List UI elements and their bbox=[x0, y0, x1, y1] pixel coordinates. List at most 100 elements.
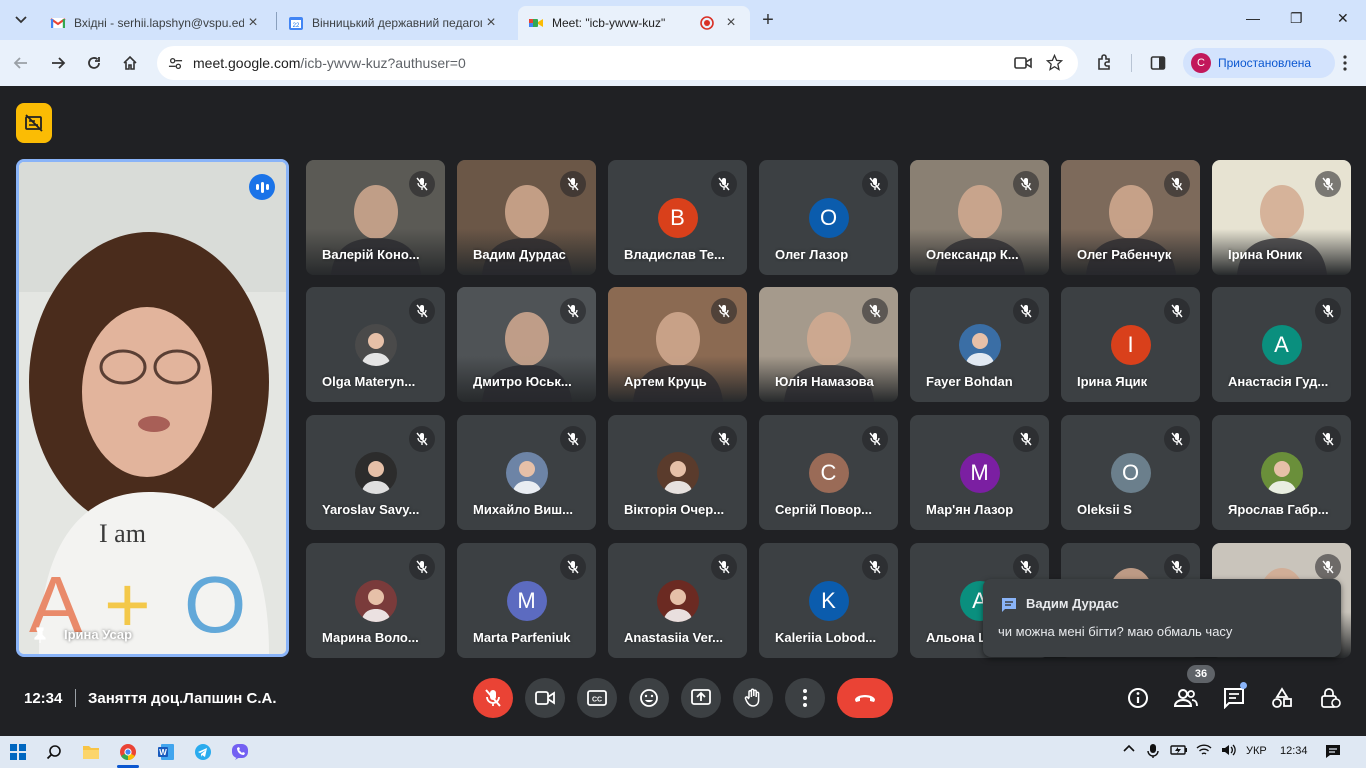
volume-tray-icon[interactable] bbox=[1221, 743, 1237, 760]
toggle-microphone-button[interactable] bbox=[473, 678, 513, 718]
file-explorer-button[interactable] bbox=[81, 742, 101, 762]
pinned-participant-tile[interactable]: I am A + O Ірина Усар bbox=[16, 159, 289, 657]
mic-off-icon bbox=[1322, 560, 1334, 574]
tab-search-button[interactable] bbox=[9, 8, 33, 32]
participant-tile[interactable]: Валерій Коно... bbox=[306, 160, 445, 275]
search-button[interactable] bbox=[44, 742, 64, 762]
chevron-down-icon bbox=[15, 16, 27, 24]
forward-button[interactable] bbox=[47, 52, 69, 74]
back-button[interactable] bbox=[10, 52, 32, 74]
present-screen-button[interactable] bbox=[681, 678, 721, 718]
meeting-details-button[interactable] bbox=[1118, 678, 1158, 718]
participant-tile[interactable]: Олександр К... bbox=[910, 160, 1049, 275]
participant-tile[interactable]: В Владислав Те... bbox=[608, 160, 747, 275]
battery-charging-icon bbox=[1170, 745, 1187, 755]
site-settings-icon[interactable] bbox=[168, 56, 183, 71]
restore-button[interactable]: ❐ bbox=[1290, 10, 1303, 27]
participant-tile[interactable]: Ярослав Габр... bbox=[1212, 415, 1351, 530]
participant-tile[interactable]: Olga Materyn... bbox=[306, 287, 445, 402]
participant-tile[interactable]: С Сергій Повор... bbox=[759, 415, 898, 530]
clock[interactable]: 12:34 bbox=[1280, 745, 1308, 757]
participant-tile[interactable]: Дмитро Юськ... bbox=[457, 287, 596, 402]
wifi-icon bbox=[1196, 744, 1212, 755]
browser-toolbar: meet.google.com/icb-ywvw-kuz?authuser=0 … bbox=[0, 40, 1366, 86]
captions-button[interactable]: CC bbox=[577, 678, 617, 718]
mic-off-icon bbox=[1171, 432, 1183, 446]
activities-button[interactable] bbox=[1262, 678, 1302, 718]
participant-tile[interactable]: Ірина Юник bbox=[1212, 160, 1351, 275]
participant-tile[interactable]: Марина Воло... bbox=[306, 543, 445, 658]
reload-button[interactable] bbox=[83, 52, 105, 74]
chat-button[interactable] bbox=[1214, 678, 1254, 718]
show-hidden-icons-button[interactable] bbox=[1123, 743, 1135, 756]
avatar-silhouette bbox=[1266, 461, 1297, 494]
minimize-button[interactable]: — bbox=[1246, 10, 1260, 26]
participant-muted-indicator bbox=[1315, 426, 1341, 452]
avatar-silhouette bbox=[662, 461, 693, 494]
tab-meet[interactable]: Meet: "icb-ywvw-kuz" × bbox=[518, 6, 750, 40]
address-bar[interactable]: meet.google.com/icb-ywvw-kuz?authuser=0 bbox=[157, 46, 1078, 80]
participant-tile[interactable]: O Oleksii S bbox=[1061, 415, 1200, 530]
participant-tile[interactable]: І Ірина Яцик bbox=[1061, 287, 1200, 402]
people-icon bbox=[1174, 689, 1198, 707]
participant-tile[interactable]: А Анастасія Гуд... bbox=[1212, 287, 1351, 402]
participant-name: Olga Materyn... bbox=[322, 374, 416, 389]
more-options-button[interactable] bbox=[785, 678, 825, 718]
camera-icon[interactable] bbox=[1014, 56, 1032, 70]
tab-vspu[interactable]: 22 Вінницький державний педагогічний × bbox=[278, 6, 510, 40]
participant-tile[interactable]: M Marta Parfeniuk bbox=[457, 543, 596, 658]
participant-initial-avatar: А bbox=[1261, 325, 1302, 365]
wifi-tray-icon[interactable] bbox=[1196, 743, 1212, 760]
input-language[interactable]: УКР bbox=[1246, 745, 1267, 757]
close-window-button[interactable]: ✕ bbox=[1337, 10, 1349, 27]
participant-tile[interactable]: Михайло Виш... bbox=[457, 415, 596, 530]
word-button[interactable]: W bbox=[156, 742, 176, 762]
extensions-button[interactable] bbox=[1094, 52, 1116, 74]
profile-button[interactable]: C Приостановлена bbox=[1183, 48, 1335, 78]
notifications-button[interactable] bbox=[1325, 743, 1341, 762]
telegram-button[interactable] bbox=[193, 742, 213, 762]
recording-badge[interactable] bbox=[16, 103, 52, 143]
participant-tile[interactable]: Yaroslav Savy... bbox=[306, 415, 445, 530]
participant-tile[interactable]: Олег Рабенчук bbox=[1061, 160, 1200, 275]
participant-muted-indicator bbox=[862, 426, 888, 452]
close-tab-icon[interactable]: × bbox=[482, 14, 500, 32]
chat-notification[interactable]: Вадим Дурдас чи можна мені бігти? маю об… bbox=[983, 579, 1341, 657]
raise-hand-button[interactable] bbox=[733, 678, 773, 718]
start-button[interactable] bbox=[8, 742, 28, 762]
participant-tile[interactable]: М Мар'ян Лазор bbox=[910, 415, 1049, 530]
home-button[interactable] bbox=[119, 52, 141, 74]
bookmark-star-icon[interactable] bbox=[1046, 54, 1063, 71]
participant-tile[interactable]: О Олег Лазор bbox=[759, 160, 898, 275]
close-tab-icon[interactable]: × bbox=[722, 14, 740, 32]
microphone-tray-icon[interactable] bbox=[1147, 743, 1159, 762]
participant-tile[interactable]: Вікторія Очер... bbox=[608, 415, 747, 530]
participant-tile[interactable]: Anastasiia Ver... bbox=[608, 543, 747, 658]
mic-off-icon bbox=[869, 560, 881, 574]
present-screen-icon bbox=[691, 689, 711, 705]
arrow-left-icon bbox=[13, 57, 27, 69]
tab-gmail[interactable]: Вхідні - serhii.lapshyn@vspu.edu.ua × bbox=[40, 6, 272, 40]
close-tab-icon[interactable]: × bbox=[244, 14, 262, 32]
host-controls-button[interactable] bbox=[1310, 678, 1350, 718]
participant-tile[interactable]: K Kaleriia Lobod... bbox=[759, 543, 898, 658]
new-tab-button[interactable]: + bbox=[758, 10, 778, 30]
participant-initial-avatar: М bbox=[959, 453, 1000, 493]
reactions-button[interactable] bbox=[629, 678, 669, 718]
url-host: meet.google.com bbox=[193, 55, 301, 71]
participant-tile[interactable]: Артем Круць bbox=[608, 287, 747, 402]
participant-tile[interactable]: Fayer Bohdan bbox=[910, 287, 1049, 402]
battery-tray-icon[interactable] bbox=[1170, 744, 1188, 759]
more-vert-icon bbox=[803, 689, 807, 707]
browser-menu-button[interactable] bbox=[1334, 52, 1356, 74]
toggle-camera-button[interactable] bbox=[525, 678, 565, 718]
leave-call-button[interactable] bbox=[837, 678, 893, 718]
pin-icon[interactable] bbox=[31, 626, 49, 644]
mic-off-icon bbox=[485, 689, 501, 707]
people-button[interactable] bbox=[1166, 678, 1206, 718]
participant-tile[interactable]: Юлія Намазова bbox=[759, 287, 898, 402]
participant-tile[interactable]: Вадим Дурдас bbox=[457, 160, 596, 275]
side-panel-button[interactable] bbox=[1147, 52, 1169, 74]
viber-button[interactable] bbox=[230, 742, 250, 762]
chrome-button[interactable] bbox=[118, 742, 138, 762]
